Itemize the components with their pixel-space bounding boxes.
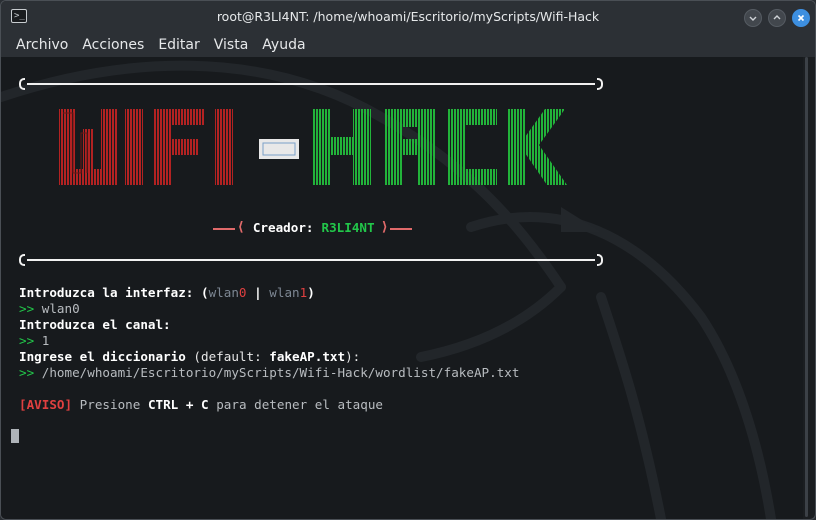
channel-value: 1 bbox=[41, 333, 50, 348]
dictionary-path: /home/whoami/Escritorio/myScripts/Wifi-H… bbox=[41, 365, 520, 380]
menu-archivo[interactable]: Archivo bbox=[9, 37, 75, 53]
close-icon bbox=[797, 14, 805, 22]
top-divider bbox=[19, 77, 603, 91]
dictionary-prompt-line: Ingrese el diccionario (default: fakeAP.… bbox=[19, 349, 361, 364]
scrollbar-track[interactable] bbox=[805, 57, 808, 517]
menu-bar: Archivo Acciones Editar Vista Ayuda bbox=[1, 32, 815, 57]
interface-prompt-line: Introduzca la interfaz: (wlan0 | wlan1) bbox=[19, 285, 315, 300]
banner-word-hack bbox=[313, 109, 567, 185]
title-bar[interactable]: >_ root@R3LI4NT: /home/whoami/Escritorio… bbox=[1, 1, 815, 32]
terminal-cursor bbox=[11, 429, 19, 443]
wifi-hack-banner bbox=[59, 109, 567, 185]
warning-tag: [AVISO] bbox=[19, 397, 73, 412]
terminal-window: >_ root@R3LI4NT: /home/whoami/Escritorio… bbox=[0, 0, 816, 520]
menu-ayuda[interactable]: Ayuda bbox=[255, 37, 312, 53]
menu-acciones[interactable]: Acciones bbox=[75, 37, 151, 53]
creator-name: R3LI4NT bbox=[321, 220, 375, 235]
interface-input-line: >> wlan0 bbox=[19, 301, 80, 317]
window-title: root@R3LI4NT: /home/whoami/Escritorio/my… bbox=[216, 9, 600, 24]
scrollbar[interactable] bbox=[802, 57, 811, 517]
dictionary-input-line: >> /home/whoami/Escritorio/myScripts/Wif… bbox=[19, 365, 520, 380]
warning-line: [AVISO] Presione CTRL + C para detener e… bbox=[19, 397, 384, 412]
minimize-icon bbox=[749, 16, 757, 21]
interface-value: wlan0 bbox=[41, 301, 80, 316]
left-chevron-icon: ⟨ bbox=[237, 220, 245, 235]
minimize-button[interactable] bbox=[744, 9, 762, 27]
banner-dash bbox=[259, 139, 299, 159]
creator-line: ⟨ Creador: R3LI4NT ⟩ bbox=[213, 220, 413, 236]
warning-keys: CTRL + C bbox=[147, 397, 209, 412]
menu-vista[interactable]: Vista bbox=[207, 37, 256, 53]
prompt-arrow: >> bbox=[19, 301, 35, 316]
bottom-divider bbox=[19, 253, 603, 267]
close-button[interactable] bbox=[792, 9, 810, 27]
banner-word-wifi bbox=[59, 109, 233, 185]
channel-prompt-line: Introduzca el canal: bbox=[19, 317, 171, 332]
maximize-icon bbox=[773, 15, 781, 20]
channel-input-line: >> 1 bbox=[19, 333, 50, 348]
menu-editar[interactable]: Editar bbox=[151, 37, 206, 53]
creator-label: Creador: bbox=[252, 220, 314, 235]
maximize-button[interactable] bbox=[768, 9, 786, 27]
right-chevron-icon: ⟩ bbox=[380, 220, 389, 235]
